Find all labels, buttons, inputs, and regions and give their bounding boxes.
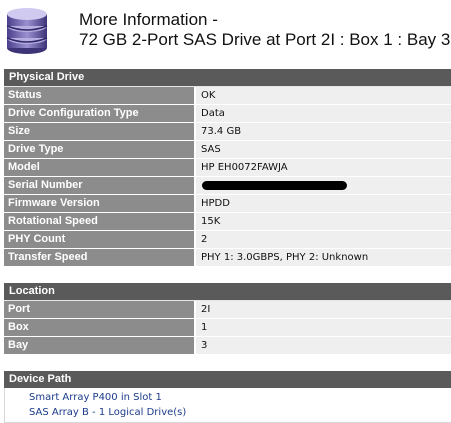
physical-drive-row: Serial Number — [4, 177, 451, 195]
location-row-label: Box — [4, 319, 195, 336]
location-title: Location — [4, 283, 451, 301]
physical-drive-title: Physical Drive — [4, 69, 451, 87]
location-section: Location Port 2I Box 1 Bay 3 — [4, 283, 451, 355]
physical-drive-row-label: Serial Number — [4, 177, 195, 194]
redaction-mark — [202, 181, 347, 190]
page-title-line2: 72 GB 2-Port SAS Drive at Port 2I : Box … — [79, 30, 451, 49]
device-path-link[interactable]: SAS Array B - 1 Logical Drive(s) — [5, 405, 451, 420]
page-header: More Information - 72 GB 2-Port SAS Driv… — [0, 0, 451, 62]
location-row: Bay 3 — [4, 337, 451, 355]
location-row-value: 3 — [196, 337, 451, 354]
physical-drive-row-label: Rotational Speed — [4, 213, 195, 230]
physical-drive-section: Physical Drive Status OK Drive Configurati… — [4, 69, 451, 267]
physical-drive-row-value: OK — [196, 87, 451, 104]
physical-drive-row-label: Model — [4, 159, 195, 176]
physical-drive-row-label: Firmware Version — [4, 195, 195, 212]
physical-drive-row-value: 73.4 GB — [196, 123, 451, 140]
physical-drive-row: Rotational Speed 15K — [4, 213, 451, 231]
physical-drive-row-label: Transfer Speed — [4, 249, 195, 266]
location-row-value: 2I — [196, 301, 451, 318]
physical-drive-row: Drive Type SAS — [4, 141, 451, 159]
location-row-label: Port — [4, 301, 195, 318]
physical-drive-row-label: Drive Configuration Type — [4, 105, 195, 122]
physical-drive-row-value: 2 — [196, 231, 451, 248]
device-path-title: Device Path — [4, 371, 451, 388]
physical-drive-row: Size 73.4 GB — [4, 123, 451, 141]
physical-drive-row-value: HPDD — [196, 195, 451, 212]
drive-stack-icon — [6, 8, 48, 54]
physical-drive-row: Model HP EH0072FAWJA — [4, 159, 451, 177]
physical-drive-row-value: 15K — [196, 213, 451, 230]
physical-drive-row-value: SAS — [196, 141, 451, 158]
page-title-line1: More Information - — [79, 10, 218, 29]
physical-drive-row-value: PHY 1: 3.0GBPS, PHY 2: Unknown — [196, 249, 451, 266]
location-row-label: Bay — [4, 337, 195, 354]
physical-drive-row-label: Size — [4, 123, 195, 140]
device-path-link[interactable]: Smart Array P400 in Slot 1 — [5, 390, 451, 405]
location-row-value: 1 — [196, 319, 451, 336]
physical-drive-row: Transfer Speed PHY 1: 3.0GBPS, PHY 2: Unk… — [4, 249, 451, 267]
physical-drive-row-value: Data — [196, 105, 451, 122]
physical-drive-row-value: HP EH0072FAWJA — [196, 159, 451, 176]
physical-drive-row: Drive Configuration Type Data — [4, 105, 451, 123]
location-row: Box 1 — [4, 319, 451, 337]
device-path-section: Device Path Smart Array P400 in Slot 1 SA… — [4, 371, 451, 423]
physical-drive-row: Status OK — [4, 87, 451, 105]
physical-drive-row: Firmware Version HPDD — [4, 195, 451, 213]
location-row: Port 2I — [4, 301, 451, 319]
physical-drive-row-label: Drive Type — [4, 141, 195, 158]
physical-drive-row-label: PHY Count — [4, 231, 195, 248]
physical-drive-row: PHY Count 2 — [4, 231, 451, 249]
physical-drive-row-label: Status — [4, 87, 195, 104]
